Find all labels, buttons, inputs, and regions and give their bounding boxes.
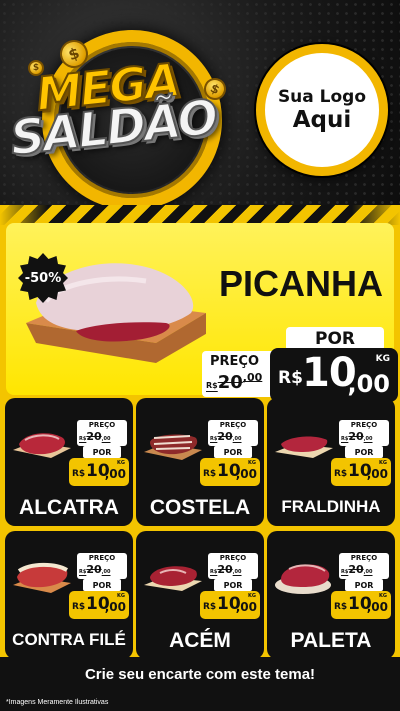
price-cents: ,00 bbox=[366, 467, 388, 481]
old-price-integer: 20 bbox=[348, 430, 364, 443]
old-price-label: PREÇO bbox=[219, 554, 247, 562]
logo-text-line2: Aqui bbox=[292, 107, 352, 133]
price-unit: KG bbox=[248, 593, 256, 599]
por-label: POR bbox=[345, 446, 383, 458]
old-price-value: R$20,00 bbox=[206, 371, 262, 393]
old-price-box: PREÇO R$20,00 bbox=[339, 553, 389, 579]
old-price-integer: 20 bbox=[86, 563, 102, 576]
old-price-value: R$20,00 bbox=[210, 563, 242, 576]
price-currency: R$ bbox=[72, 602, 86, 612]
price-unit: KG bbox=[379, 460, 387, 466]
old-price-currency: R$ bbox=[206, 381, 218, 390]
product-name: COSTELA bbox=[149, 496, 251, 519]
featured-product-name: PICANHA bbox=[218, 263, 383, 304]
price-cents: ,00 bbox=[104, 467, 126, 481]
old-price-label: PREÇO bbox=[88, 421, 116, 429]
old-price-integer: 20 bbox=[348, 563, 364, 576]
product-name: FRALDINHA bbox=[281, 497, 381, 516]
old-price-cents: ,00 bbox=[363, 436, 373, 442]
call-to-action-text: Crie seu encarte com este tema! bbox=[84, 666, 316, 683]
price-unit: KG bbox=[117, 460, 125, 466]
product-card-contra-file[interactable]: PREÇO R$20,00 POR R$ 10 KG ,00 CONTRA FILÉ bbox=[5, 531, 133, 659]
product-name: ALCATRA bbox=[19, 496, 119, 519]
price-currency: R$ bbox=[72, 469, 86, 479]
new-price-box: R$ 10 KG ,00 bbox=[200, 458, 260, 486]
paleta-image bbox=[275, 564, 331, 594]
price-unit: KG bbox=[375, 354, 390, 364]
product-card-acem[interactable]: PREÇO R$20,00 POR R$ 10 KG ,00 ACÉM bbox=[136, 531, 264, 659]
old-price-label: PREÇO bbox=[219, 421, 247, 429]
new-price-box: R$ 10 KG ,00 bbox=[69, 458, 129, 486]
price-cents: ,00 bbox=[366, 600, 388, 614]
price-cents: ,00 bbox=[347, 370, 390, 398]
stripe-fade bbox=[0, 205, 400, 225]
old-price-cents: ,00 bbox=[232, 436, 242, 442]
old-price-box: PREÇO R$20,00 bbox=[208, 553, 258, 579]
por-label: POR bbox=[83, 446, 121, 458]
offers-section: -50% PICANHA PREÇO R$20,00 POR R$ 10 KG … bbox=[0, 205, 400, 711]
price-currency: R$ bbox=[334, 469, 348, 479]
por-label: POR bbox=[214, 446, 252, 458]
old-price-value: R$20,00 bbox=[341, 563, 373, 576]
new-price-box: R$ 10 KG ,00 bbox=[270, 348, 398, 402]
costela-image bbox=[144, 434, 202, 460]
old-price-label: PREÇO bbox=[350, 421, 378, 429]
old-price-integer: 20 bbox=[217, 563, 233, 576]
old-price-box: PREÇO R$20,00 bbox=[208, 420, 258, 446]
new-price-box: R$ 10 KG ,00 bbox=[200, 591, 260, 619]
product-card-paleta[interactable]: PREÇO R$20,00 POR R$ 10 KG ,00 PALETA bbox=[267, 531, 395, 659]
old-price-box: PREÇO R$20,00 bbox=[339, 420, 389, 446]
old-price-label: PREÇO bbox=[350, 554, 378, 562]
old-price-box: PREÇO R$20,00 bbox=[202, 351, 272, 397]
price-cents: ,00 bbox=[235, 600, 257, 614]
old-price-cents: ,00 bbox=[232, 569, 242, 575]
price-cents: ,00 bbox=[104, 600, 126, 614]
por-label: POR bbox=[345, 579, 383, 591]
product-name: PALETA bbox=[290, 629, 372, 652]
old-price-integer: 20 bbox=[86, 430, 102, 443]
old-price-integer: 20 bbox=[217, 372, 243, 393]
price-currency: R$ bbox=[278, 368, 303, 388]
acem-image bbox=[144, 566, 202, 591]
fraldinha-image bbox=[275, 436, 333, 458]
new-price-box: R$ 10 KG ,00 bbox=[69, 591, 129, 619]
old-price-value: R$20,00 bbox=[79, 430, 111, 443]
featured-offer-card[interactable]: -50% PICANHA PREÇO R$20,00 POR R$ 10 KG … bbox=[6, 223, 398, 402]
logo-placeholder: Sua Logo Aqui bbox=[256, 44, 388, 176]
old-price-label: PREÇO bbox=[210, 354, 260, 369]
new-price-box: R$ 10 KG ,00 bbox=[331, 458, 391, 486]
alcatra-image bbox=[13, 433, 71, 458]
new-price-box: R$ 10 KG ,00 bbox=[331, 591, 391, 619]
old-price-cents: ,00 bbox=[363, 569, 373, 575]
product-card-alcatra[interactable]: PREÇO R$20,00 POR R$ 10 KG ,00 ALCATRA bbox=[5, 398, 133, 526]
old-price-cents: ,00 bbox=[242, 371, 263, 384]
contra-file-image bbox=[13, 562, 71, 593]
price-currency: R$ bbox=[203, 602, 217, 612]
old-price-box: PREÇO R$20,00 bbox=[77, 553, 127, 579]
old-price-cents: ,00 bbox=[101, 436, 111, 442]
product-name: ACÉM bbox=[169, 629, 231, 652]
flyer: $ $ $ MEGA SALDÃO Sua Logo Aqui -50% PIC… bbox=[0, 0, 400, 711]
price-currency: R$ bbox=[334, 602, 348, 612]
price-unit: KG bbox=[117, 593, 125, 599]
price-unit: KG bbox=[248, 460, 256, 466]
header-banner: $ $ $ MEGA SALDÃO Sua Logo Aqui bbox=[0, 0, 400, 205]
product-card-fraldinha[interactable]: PREÇO R$20,00 POR R$ 10 KG ,00 FRALDINHA bbox=[267, 398, 395, 526]
product-name: CONTRA FILÉ bbox=[12, 630, 126, 649]
old-price-value: R$20,00 bbox=[210, 430, 242, 443]
old-price-label: PREÇO bbox=[88, 554, 116, 562]
old-price-integer: 20 bbox=[217, 430, 233, 443]
old-price-box: PREÇO R$20,00 bbox=[77, 420, 127, 446]
old-price-value: R$20,00 bbox=[341, 430, 373, 443]
por-label: POR bbox=[214, 579, 252, 591]
logo-text-line1: Sua Logo bbox=[277, 87, 367, 107]
old-price-value: R$20,00 bbox=[79, 563, 111, 576]
disclaimer-text: *Imagens Meramente Ilustrativas bbox=[6, 699, 109, 706]
price-unit: KG bbox=[379, 593, 387, 599]
product-card-costela[interactable]: PREÇO R$20,00 POR R$ 10 KG ,00 COSTELA bbox=[136, 398, 264, 526]
price-cents: ,00 bbox=[235, 467, 257, 481]
price-currency: R$ bbox=[203, 469, 217, 479]
old-price-cents: ,00 bbox=[101, 569, 111, 575]
por-label: POR bbox=[83, 579, 121, 591]
